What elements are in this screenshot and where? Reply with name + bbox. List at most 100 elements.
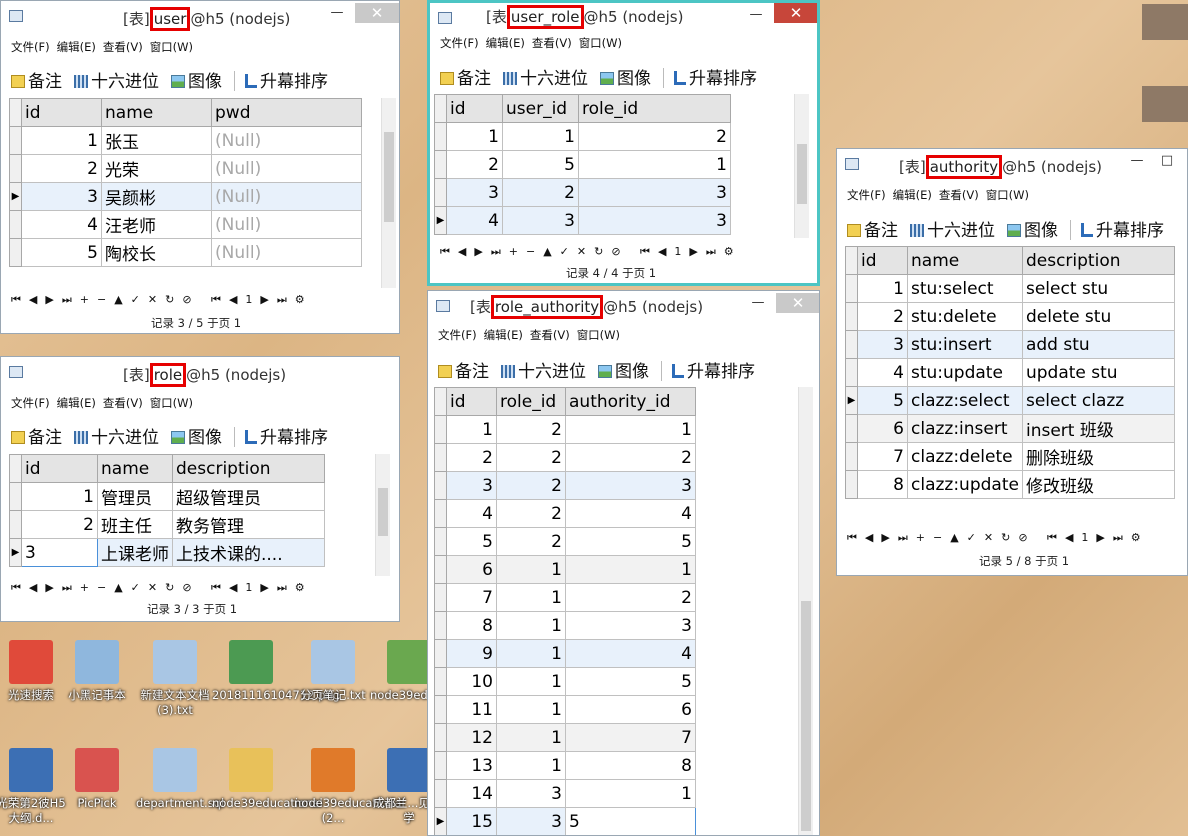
data-grid[interactable]: id name description 1 stu:select select stu 2 s… xyxy=(845,246,1175,499)
row-selector[interactable] xyxy=(434,667,447,696)
nav-button-6[interactable]: ▲ xyxy=(543,245,552,258)
table-row[interactable]: 4 汪老师 (Null) xyxy=(9,210,362,239)
table-row[interactable]: 7 clazz:delete 删除班级 xyxy=(845,442,1175,471)
table-row[interactable]: 323 xyxy=(434,178,731,207)
table-row[interactable]: 222 xyxy=(434,443,696,472)
cell-id[interactable]: 8 xyxy=(446,611,497,640)
cell-id[interactable]: 2 xyxy=(446,443,497,472)
table-row[interactable]: 2 班主任 教务管理 xyxy=(9,510,325,539)
cell-id[interactable]: 4 xyxy=(446,206,503,235)
page-nav-button-0[interactable]: ⏮ xyxy=(1047,531,1058,544)
table-row[interactable]: 11 1 6 xyxy=(434,695,696,724)
page-nav-button-3[interactable]: ▶ xyxy=(689,245,698,258)
nav-button-5[interactable]: − xyxy=(526,245,536,258)
menu-item-1[interactable]: 编辑(E) xyxy=(57,396,96,410)
table-row[interactable]: ▶ 3 上课老师 上技术课的.... xyxy=(9,538,325,567)
minimize-button[interactable]: — xyxy=(1127,153,1147,168)
page-nav-button-5[interactable]: ⚙ xyxy=(1131,531,1142,544)
table-row[interactable]: 4 stu:update update stu xyxy=(845,358,1175,387)
memo-button[interactable]: 备注 xyxy=(438,357,489,382)
desktop-icon[interactable]: PicPick xyxy=(58,748,136,811)
page-nav-button-0[interactable]: ⏮ xyxy=(211,293,222,306)
row-selector[interactable] xyxy=(845,358,858,387)
table-row[interactable]: 2 光荣 (Null) xyxy=(9,154,362,183)
close-button[interactable]: ✕ xyxy=(355,3,399,23)
cell-description[interactable]: add stu xyxy=(1021,330,1175,359)
cell-description[interactable]: select clazz xyxy=(1021,386,1175,415)
desktop-icon[interactable]: department.sql xyxy=(136,748,224,811)
page-nav-button-2[interactable]: 1 xyxy=(245,581,253,594)
cell-role_id[interactable]: 3 xyxy=(496,807,566,835)
row-selector[interactable] xyxy=(434,527,447,556)
nav-button-9[interactable]: ↻ xyxy=(594,245,604,258)
cell-description[interactable]: 修改班级 xyxy=(1021,470,1175,499)
page-nav-button-4[interactable]: ⏭ xyxy=(1113,531,1124,544)
row-selector[interactable] xyxy=(434,751,447,780)
cell-id[interactable]: 6 xyxy=(446,555,497,584)
cell-role_id[interactable]: 1 xyxy=(496,611,566,640)
column-header-user_id[interactable]: user_id xyxy=(502,94,579,123)
desktop-icon[interactable]: node39educational (2... xyxy=(294,748,405,826)
menu-item-2[interactable]: 查看(V) xyxy=(530,328,570,342)
title-bar[interactable]: [表 user_role @h5 (nodejs) — ✕ xyxy=(430,3,817,33)
row-selector[interactable] xyxy=(845,442,858,471)
memo-button[interactable]: 备注 xyxy=(11,67,62,92)
cell-name[interactable]: stu:delete xyxy=(907,302,1023,331)
cell-name[interactable]: clazz:select xyxy=(907,386,1023,415)
cell-authority_id[interactable]: 4 xyxy=(565,639,696,668)
record-navigator[interactable]: ⏮ ◀ ▶ ⏭ + − ▲ ✓ ✕ ↻ ⊘ ⏮ ◀ 1 ▶ ⏭ ⚙ xyxy=(11,293,313,307)
table-row[interactable]: 13 1 8 xyxy=(434,751,696,780)
minimize-button[interactable]: — xyxy=(327,5,347,20)
menu-item-2[interactable]: 查看(V) xyxy=(532,36,572,50)
user-role-table-window[interactable]: [表 user_role @h5 (nodejs) — ✕ 文件(F) 编辑(E) 查看… xyxy=(427,0,820,286)
record-navigator[interactable]: ⏮ ◀ ▶ ⏭ + − ▲ ✓ ✕ ↻ ⊘ ⏮ ◀ 1 ▶ ⏭ ⚙ xyxy=(11,581,313,595)
nav-button-9[interactable]: ↻ xyxy=(1001,531,1011,544)
cell-pwd[interactable]: (Null) xyxy=(211,126,362,155)
nav-button-6[interactable]: ▲ xyxy=(114,581,123,594)
close-button[interactable]: ✕ xyxy=(774,3,817,23)
cell-name[interactable]: 吴颜彬 xyxy=(101,182,212,211)
image-button[interactable]: 图像 xyxy=(598,357,649,382)
row-selector[interactable] xyxy=(9,482,22,511)
cell-authority_id[interactable]: 8 xyxy=(565,751,696,780)
cell-user_id[interactable]: 2 xyxy=(502,178,579,207)
hex-button[interactable]: 十六进位 xyxy=(74,67,159,92)
image-button[interactable]: 图像 xyxy=(171,423,222,448)
cell-role_id[interactable]: 2 xyxy=(496,415,566,444)
row-selector[interactable] xyxy=(434,499,447,528)
image-button[interactable]: 图像 xyxy=(1007,216,1058,241)
nav-button-2[interactable]: ▶ xyxy=(474,245,483,258)
cell-name[interactable]: clazz:insert xyxy=(907,414,1023,443)
image-button[interactable]: 图像 xyxy=(171,67,222,92)
cell-id[interactable]: 1 xyxy=(446,415,497,444)
sort-ascending-button[interactable]: 升幕排序 xyxy=(245,423,328,448)
cell-id[interactable]: 8 xyxy=(857,470,908,499)
nav-button-7[interactable]: ✓ xyxy=(131,293,141,306)
cell-user_id[interactable]: 3 xyxy=(502,206,579,235)
cell-id[interactable]: 2 xyxy=(857,302,908,331)
nav-button-0[interactable]: ⏮ xyxy=(11,293,22,306)
page-nav-button-4[interactable]: ⏭ xyxy=(706,245,717,258)
cell-authority_id[interactable]: 3 xyxy=(565,611,696,640)
page-nav-button-2[interactable]: 1 xyxy=(245,293,253,306)
page-nav-button-0[interactable]: ⏮ xyxy=(640,245,651,258)
vertical-scrollbar[interactable] xyxy=(375,454,390,576)
table-row[interactable]: 5 陶校长 (Null) xyxy=(9,238,362,267)
nav-button-6[interactable]: ▲ xyxy=(114,293,123,306)
cell-id[interactable]: 2 xyxy=(21,154,102,183)
cell-name[interactable]: clazz:update xyxy=(907,470,1023,499)
page-nav-button-1[interactable]: ◀ xyxy=(229,581,238,594)
cell-id[interactable]: 15 xyxy=(446,807,497,835)
table-row[interactable]: 8 clazz:update 修改班级 xyxy=(845,470,1175,499)
nav-button-2[interactable]: ▶ xyxy=(881,531,890,544)
cell-name[interactable]: 班主任 xyxy=(97,510,173,539)
nav-button-9[interactable]: ↻ xyxy=(165,581,175,594)
hex-button[interactable]: 十六进位 xyxy=(74,423,159,448)
record-navigator[interactable]: ⏮ ◀ ▶ ⏭ + − ▲ ✓ ✕ ↻ ⊘ ⏮ ◀ 1 ▶ ⏭ ⚙ xyxy=(847,531,1149,545)
desktop-icon[interactable]: 分页笔记.txt xyxy=(294,640,372,703)
column-header-authority_id[interactable]: authority_id xyxy=(565,387,696,416)
cell-description[interactable]: delete stu xyxy=(1021,302,1175,331)
role-authority-table-window[interactable]: [表 role_authority @h5 (nodejs) — ✕ 文件(F) 编辑… xyxy=(427,290,820,836)
table-row[interactable]: 525 xyxy=(434,527,696,556)
row-selector[interactable] xyxy=(845,414,858,443)
